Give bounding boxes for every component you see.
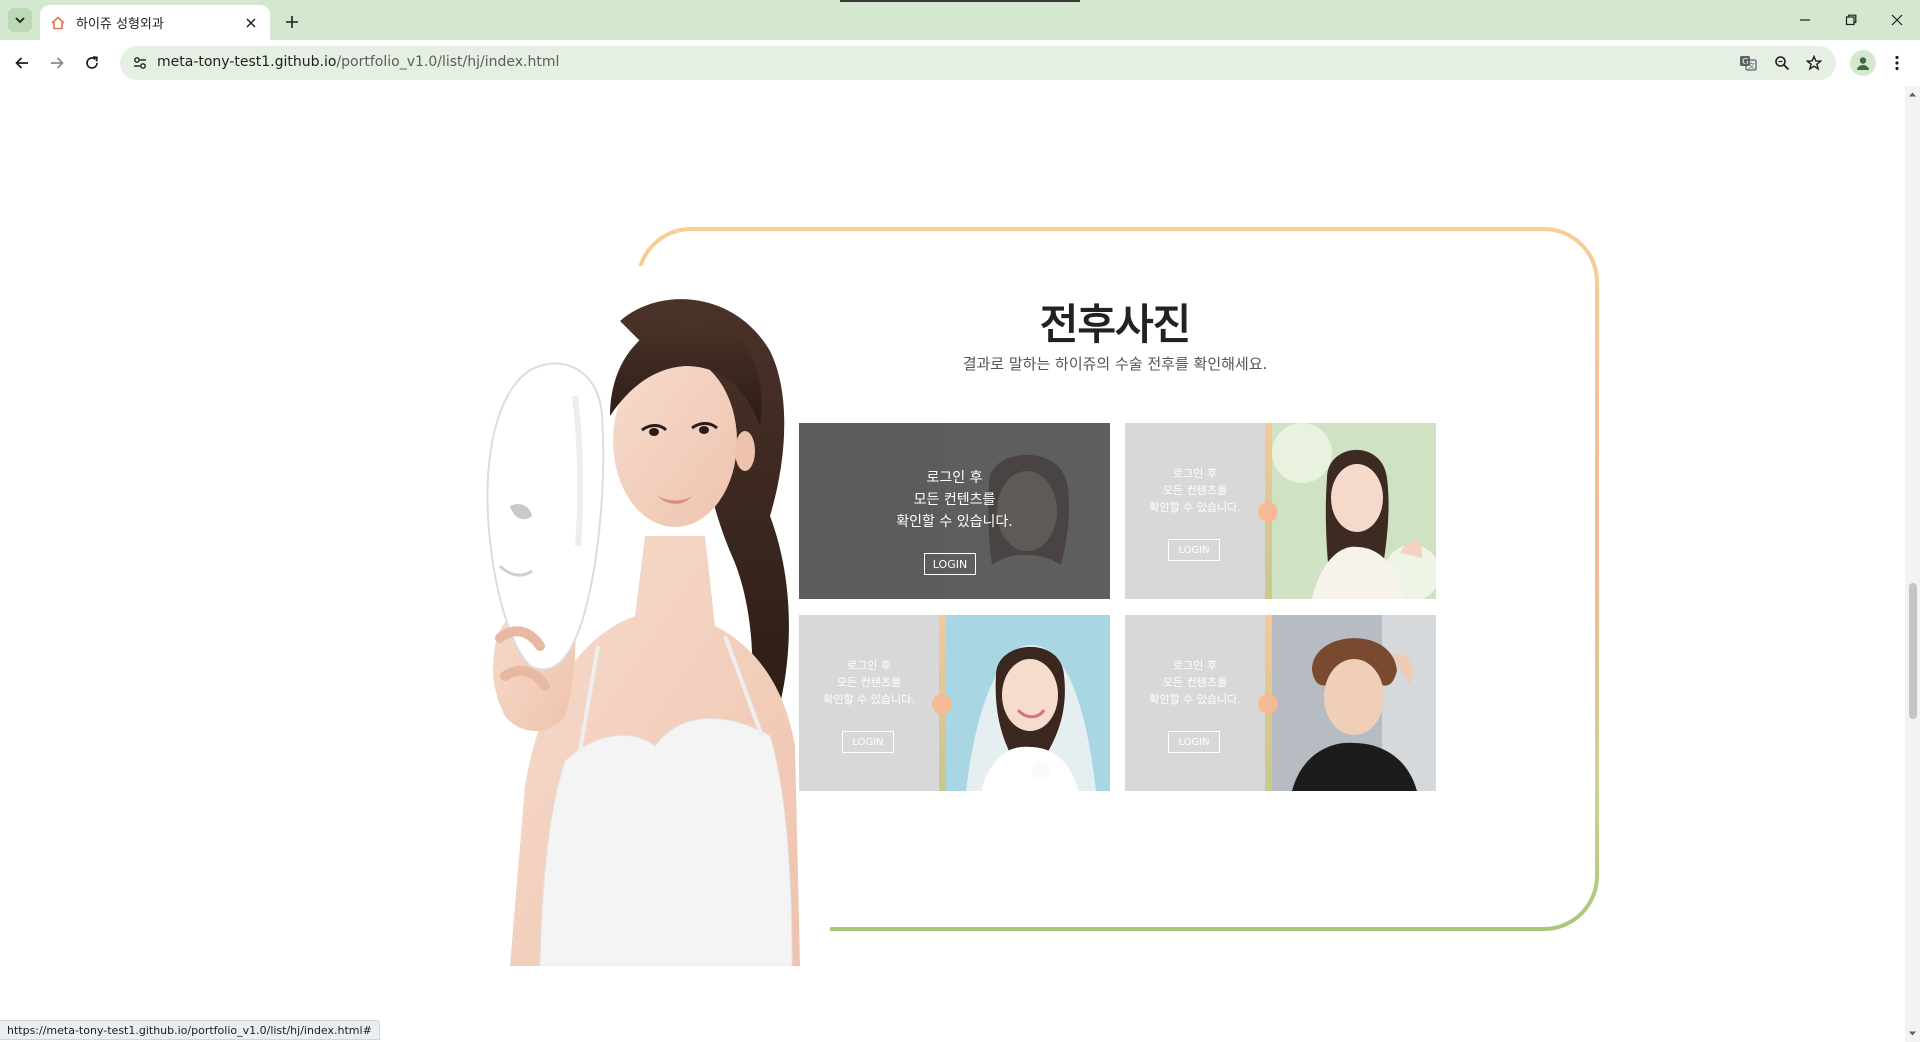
restore-icon[interactable] bbox=[1828, 8, 1874, 32]
minimize-icon[interactable] bbox=[1782, 8, 1828, 32]
star-icon[interactable] bbox=[1804, 53, 1824, 73]
tab-search-icon[interactable] bbox=[8, 8, 32, 32]
card-login-message: 로그인 후 모든 컨텐츠를 확인할 수 있습니다. bbox=[823, 659, 915, 706]
browser-chrome: 하이쥬 성형외과 meta-tony-test1.github.io/portf… bbox=[0, 0, 1920, 86]
vertical-scrollbar[interactable] bbox=[1905, 86, 1920, 1042]
reload-icon[interactable] bbox=[78, 49, 106, 77]
toolbar: meta-tony-test1.github.io/portfolio_v1.0… bbox=[0, 40, 1920, 86]
card-photo-woman-2 bbox=[1272, 423, 1436, 599]
card-photo-man bbox=[1272, 615, 1436, 791]
address-bar[interactable]: meta-tony-test1.github.io/portfolio_v1.0… bbox=[120, 46, 1836, 80]
login-button[interactable]: LOGIN bbox=[1168, 539, 1220, 561]
site-info-icon[interactable] bbox=[130, 53, 150, 73]
card-login-message: 로그인 후 모든 컨텐츠를 확인할 수 있습니다. bbox=[896, 470, 1013, 530]
url-path: /portfolio_v1.0/list/hj/index.html bbox=[336, 54, 560, 70]
page-viewport: 전후사진 결과로 말하는 하이쥬의 수술 전후를 확인해세요. 로그인 후 모든… bbox=[0, 86, 1905, 1042]
before-after-card-1[interactable]: 로그인 후 모든 컨텐츠를 확인할 수 있습니다. LOGIN bbox=[799, 423, 1110, 599]
back-icon[interactable] bbox=[8, 49, 36, 77]
more-menu-icon[interactable] bbox=[1884, 50, 1910, 76]
login-button[interactable]: LOGIN bbox=[842, 731, 894, 753]
model-with-mask-image bbox=[470, 266, 830, 966]
browser-tab[interactable]: 하이쥬 성형외과 bbox=[40, 5, 270, 40]
before-after-card-4[interactable]: 로그인 후 모든 컨텐츠를 확인할 수 있습니다. LOGIN bbox=[1125, 615, 1436, 791]
url-text: meta-tony-test1.github.io/portfolio_v1.0… bbox=[157, 54, 559, 70]
scroll-down-icon[interactable] bbox=[1908, 1029, 1917, 1038]
svg-text:文: 文 bbox=[1748, 61, 1755, 70]
section-subtitle: 결과로 말하는 하이쥬의 수술 전후를 확인해세요. bbox=[962, 355, 1268, 373]
profile-icon[interactable] bbox=[1850, 50, 1876, 76]
status-url-bubble: https://meta-tony-test1.github.io/portfo… bbox=[0, 1020, 380, 1040]
card-login-message: 로그인 후 모든 컨텐츠를 확인할 수 있습니다. bbox=[1149, 659, 1241, 706]
tab-strip: 하이쥬 성형외과 bbox=[0, 0, 1920, 40]
close-window-icon[interactable] bbox=[1874, 8, 1920, 32]
before-after-card-3[interactable]: 로그인 후 모든 컨텐츠를 확인할 수 있습니다. LOGIN bbox=[799, 615, 1110, 791]
translate-icon[interactable]: G文 bbox=[1738, 53, 1758, 73]
plus-icon[interactable] bbox=[280, 10, 304, 34]
before-after-card-2[interactable]: 로그인 후 모든 컨텐츠를 확인할 수 있습니다. LOGIN bbox=[1125, 423, 1436, 599]
login-button[interactable]: LOGIN bbox=[924, 553, 976, 575]
section-title: 전후사진 bbox=[1039, 300, 1192, 349]
card-login-message: 로그인 후 모든 컨텐츠를 확인할 수 있습니다. bbox=[1149, 467, 1241, 514]
close-icon[interactable] bbox=[242, 14, 260, 32]
card-photo-bride bbox=[946, 615, 1110, 791]
tab-title: 하이쥬 성형외과 bbox=[76, 17, 164, 32]
url-host: meta-tony-test1.github.io bbox=[157, 54, 337, 70]
forward-icon[interactable] bbox=[43, 49, 71, 77]
zoom-icon[interactable] bbox=[1772, 53, 1792, 73]
scroll-thumb[interactable] bbox=[1909, 583, 1917, 719]
scroll-up-icon[interactable] bbox=[1908, 90, 1917, 99]
home-favicon-icon bbox=[50, 15, 66, 31]
window-drag-indicator bbox=[840, 0, 1080, 2]
login-button[interactable]: LOGIN bbox=[1168, 731, 1220, 753]
